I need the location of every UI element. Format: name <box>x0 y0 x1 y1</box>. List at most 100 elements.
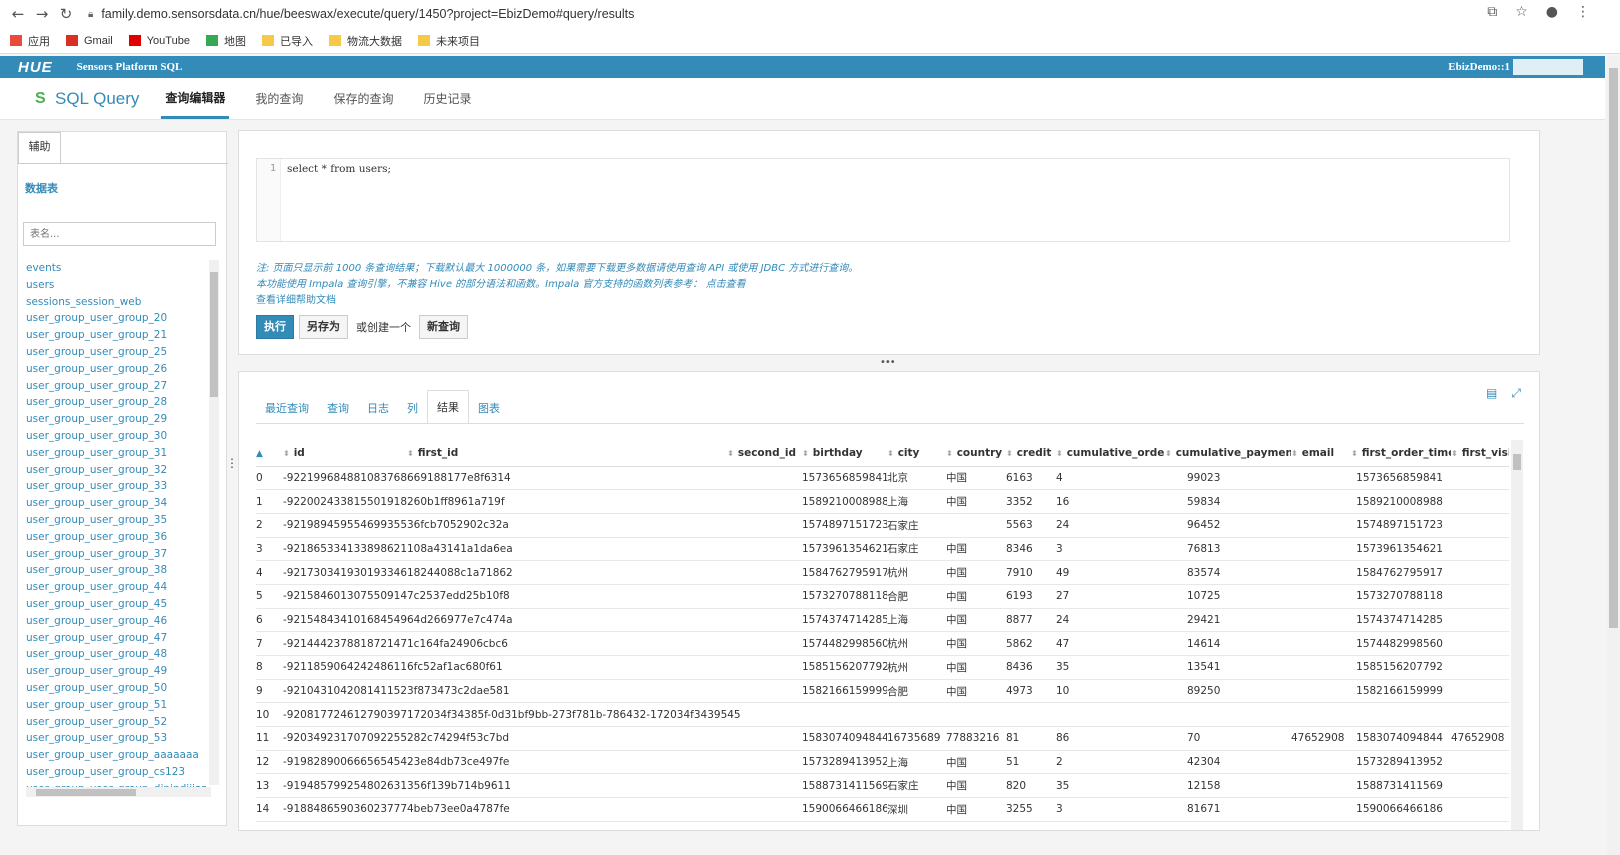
table-search-input[interactable] <box>23 222 216 246</box>
forward-icon[interactable]: → <box>30 5 54 23</box>
table-row[interactable]: 11 -9203492317070922555 282c74294f53c7bd 15… <box>256 726 1509 751</box>
resize-handle-icon[interactable]: ⋮ <box>226 456 238 470</box>
sidebar-h-scrollbar[interactable] <box>26 787 211 797</box>
sidebar-scrollbar[interactable] <box>209 260 219 785</box>
table-row[interactable]: 7 -9214442378818721477 1c164fa24906cbc6 157… <box>256 631 1509 656</box>
scrollbar-thumb[interactable] <box>36 789 136 796</box>
table-list-item[interactable]: user_group_user_group_50 <box>26 680 206 697</box>
translate-icon[interactable]: ⧉ <box>1487 4 1497 20</box>
table-list-item[interactable]: user_group_user_group_52 <box>26 714 206 731</box>
table-list-item[interactable]: events <box>26 260 206 277</box>
table-list-item[interactable]: user_group_user_group_45 <box>26 596 206 613</box>
table-row[interactable]: 8 -9211859064242486111 6fc52af1ac680f61 158… <box>256 655 1509 680</box>
table-list-item[interactable]: user_group_user_group_35 <box>26 512 206 529</box>
table-list-item[interactable]: user_group_user_group_aaaaaaa <box>26 747 206 764</box>
column-header[interactable]: ⬍ first_id <box>407 440 717 467</box>
bookmark-item[interactable]: 地图 <box>205 33 246 49</box>
table-row[interactable]: 13 -9194857992548026310 356f139b714b9611 15… <box>256 773 1509 799</box>
table-list-item[interactable]: user_group_user_group_49 <box>26 663 206 680</box>
reload-icon[interactable]: ↻ <box>54 5 78 23</box>
column-header[interactable]: ⬍ city <box>887 440 946 467</box>
tab-my-queries[interactable]: 我的查询 <box>251 80 307 117</box>
table-list-item[interactable]: user_group_user_group_48 <box>26 646 206 663</box>
table-list-item[interactable]: users <box>26 277 206 294</box>
user-menu[interactable]: EbizDemo::1 <box>1448 61 1510 73</box>
results-tab[interactable]: 结果 <box>427 390 469 424</box>
user-menu-box[interactable] <box>1513 59 1583 75</box>
column-header[interactable]: ⬍ first_order_time <box>1351 440 1451 467</box>
table-row[interactable]: 6 -9215484341016845496 64d266977e7c474a 157… <box>256 608 1509 633</box>
table-list-item[interactable]: user_group_user_group_37 <box>26 546 206 563</box>
table-row[interactable]: 0 -9221996848810837686 669188177e8f6314 157… <box>256 466 1509 491</box>
table-list-item[interactable]: user_group_user_group_20 <box>26 310 206 327</box>
column-header[interactable]: ⬍ second_id <box>717 440 802 467</box>
results-scrollbar[interactable] <box>1511 440 1523 830</box>
table-list-item[interactable]: user_group_user_group_27 <box>26 378 206 395</box>
table-row[interactable]: 14 -9188486590360237771 4beb73ee0a4787fe 15… <box>256 797 1509 822</box>
panel-splitter-icon[interactable]: ••• <box>880 357 896 368</box>
table-list-item[interactable]: user_group_user_group_38 <box>26 562 206 579</box>
menu-icon[interactable]: ⋮ <box>1576 4 1590 20</box>
download-icon[interactable]: ▤ <box>1486 386 1497 401</box>
row-index-header[interactable]: ▲ <box>256 440 283 467</box>
table-list-item[interactable]: user_group_user_group_26 <box>26 361 206 378</box>
table-list-item[interactable]: user_group_user_group_36 <box>26 529 206 546</box>
table-list-item[interactable]: user_group_user_group_25 <box>26 344 206 361</box>
table-list-item[interactable]: user_group_user_group_34 <box>26 495 206 512</box>
bookmark-star-icon[interactable]: ☆ <box>1515 4 1528 20</box>
table-list-item[interactable]: user_group_user_group_33 <box>26 478 206 495</box>
table-row[interactable]: 3 -9218653341338986210 108a43141a1da6ea 157… <box>256 537 1509 562</box>
code-line[interactable]: select * from users; <box>287 163 391 175</box>
results-tab[interactable]: 最近查询 <box>256 392 318 424</box>
table-list-item[interactable]: user_group_user_group_47 <box>26 630 206 647</box>
sql-query-brand[interactable]: S SQL Query <box>35 89 139 109</box>
tab-history[interactable]: 历史记录 <box>419 80 475 117</box>
table-row[interactable]: 4 -9217303419301933468 18244088c1a71862 158… <box>256 560 1509 585</box>
save-as-button[interactable]: 另存为 <box>299 315 348 339</box>
help-doc-link[interactable]: 查看详细帮助文档 <box>256 291 336 306</box>
table-list-item[interactable]: user_group_user_group_29 <box>26 411 206 428</box>
tab-saved-queries[interactable]: 保存的查询 <box>329 80 397 117</box>
scrollbar-thumb[interactable] <box>210 272 218 397</box>
column-header[interactable]: ⬍ cumulative_payment <box>1165 440 1291 467</box>
bookmark-item[interactable]: 物流大数据 <box>328 33 402 49</box>
results-tab[interactable]: 图表 <box>469 392 509 424</box>
table-row[interactable]: 2 -9219894595546993550 36fcb7052902c32a 157… <box>256 513 1509 538</box>
column-header[interactable]: ⬍ cumulative_order <box>1056 440 1165 467</box>
table-list-item[interactable]: user_group_user_group_21 <box>26 327 206 344</box>
table-list-item[interactable]: user_group_user_group_46 <box>26 613 206 630</box>
table-list-item[interactable]: user_group_user_group_31 <box>26 445 206 462</box>
bookmark-item[interactable]: 应用 <box>10 33 50 49</box>
scrollbar-thumb[interactable] <box>1609 68 1618 628</box>
bookmark-item[interactable]: 已导入 <box>261 33 313 49</box>
column-header[interactable]: ⬍ email <box>1291 440 1351 467</box>
back-icon[interactable]: ← <box>6 5 30 23</box>
bookmark-item[interactable]: 未来项目 <box>417 33 480 49</box>
expand-icon[interactable]: ⤢ <box>1511 386 1521 401</box>
table-list-item[interactable]: user_group_user_group_cs123 <box>26 764 206 781</box>
column-header[interactable]: ⬍ country <box>946 440 1006 467</box>
results-tab[interactable]: 查询 <box>318 392 358 424</box>
bookmark-item[interactable]: YouTube <box>128 35 190 47</box>
table-row[interactable]: 5 -9215846013075509142 7c2537edd25b10f8 157… <box>256 584 1509 609</box>
results-tab[interactable]: 日志 <box>358 392 398 424</box>
scrollbar-thumb[interactable] <box>1513 454 1521 470</box>
table-list-item[interactable]: user_group_user_group_53 <box>26 730 206 747</box>
table-list-item[interactable]: user_group_user_group_51 <box>26 697 206 714</box>
table-list-item[interactable]: user_group_user_group_32 <box>26 462 206 479</box>
table-list-item[interactable]: sessions_session_web <box>26 294 206 311</box>
tab-assist[interactable]: 辅助 <box>18 132 61 164</box>
results-tab[interactable]: 列 <box>398 392 427 424</box>
table-row[interactable]: 1 -9220024338155019187 260b1ff8961a719f 158… <box>256 489 1509 514</box>
table-list-item[interactable]: user_group_user_group_28 <box>26 394 206 411</box>
tab-query-editor[interactable]: 查询编辑器 <box>161 79 230 119</box>
column-header[interactable]: ⬍first_visit <box>1451 440 1509 467</box>
new-query-button[interactable]: 新查询 <box>419 315 468 339</box>
table-list-item[interactable]: user_group_user_group_44 <box>26 579 206 596</box>
sql-editor[interactable]: 1 select * from users; <box>256 158 1510 242</box>
execute-button[interactable]: 执行 <box>256 315 294 339</box>
column-header[interactable]: ⬍ id <box>283 440 407 467</box>
address-bar[interactable]: 🔒︎ family.demo.sensorsdata.cn/hue/beeswa… <box>88 7 634 21</box>
hue-logo[interactable]: HUE <box>18 59 53 76</box>
column-header[interactable]: ⬍ credit <box>1006 440 1056 467</box>
